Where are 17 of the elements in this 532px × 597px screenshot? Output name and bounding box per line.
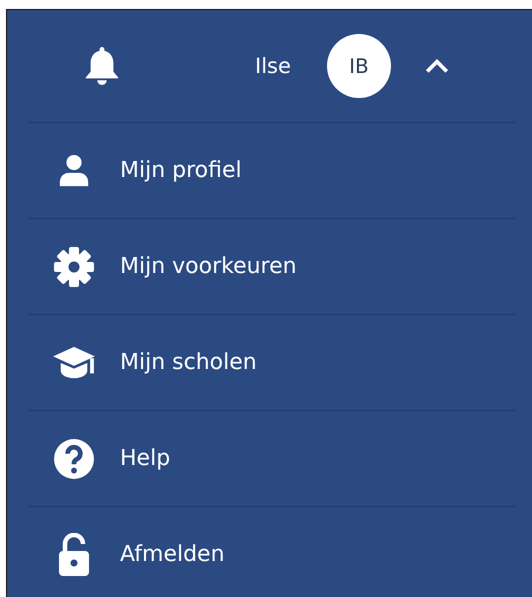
user-name: Ilse: [255, 54, 291, 78]
menu-item-label: Afmelden: [120, 542, 225, 567]
gear-icon: [52, 244, 96, 288]
menu-item[interactable]: Afmelden: [28, 507, 516, 597]
chevron-icon[interactable]: [424, 57, 450, 75]
unlocked-padlock-icon: [58, 532, 90, 576]
menu-item[interactable]: Mijn voorkeuren: [28, 219, 516, 315]
help-icon: [53, 438, 95, 480]
menu-item[interactable]: Mijn scholen: [28, 315, 516, 411]
menu-item-label: Mijn scholen: [120, 350, 257, 375]
user-avatar[interactable]: IB: [326, 34, 391, 98]
menu-item[interactable]: Mijn profiel: [28, 123, 516, 219]
bell-icon[interactable]: [83, 45, 121, 87]
menu-item-label: Help: [120, 446, 170, 471]
menu-item-label: Mijn profiel: [120, 158, 242, 183]
menu-item[interactable]: Help: [28, 411, 516, 507]
menu-item-label: Mijn voorkeuren: [120, 254, 297, 279]
